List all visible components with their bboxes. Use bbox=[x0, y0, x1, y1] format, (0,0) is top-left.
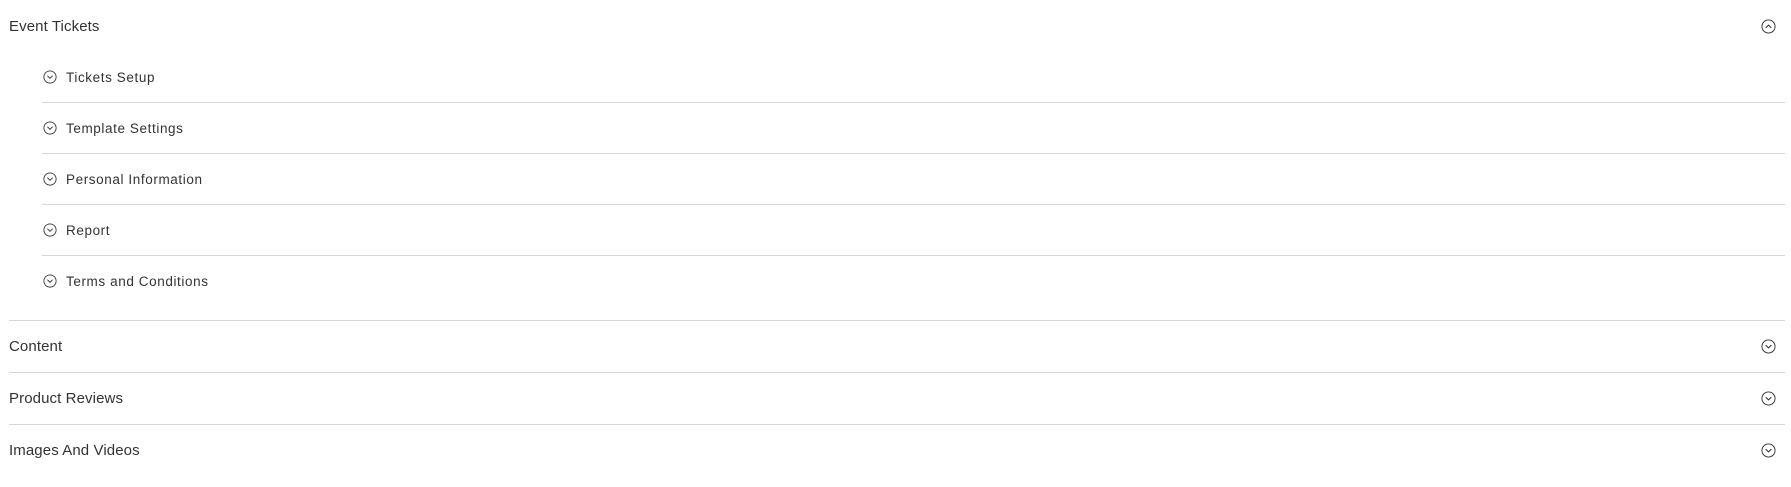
section-title: Content bbox=[9, 338, 63, 355]
section-title: Product Reviews bbox=[9, 390, 124, 407]
section-title: Images And Videos bbox=[9, 442, 140, 459]
section-event-tickets: Event Tickets Tickets Setup Template Set… bbox=[9, 0, 1785, 320]
subsection-terms-and-conditions[interactable]: Terms and Conditions bbox=[42, 256, 1785, 306]
section-images-and-videos: Images And Videos bbox=[9, 425, 1785, 476]
chevron-down-circle-icon[interactable] bbox=[1760, 391, 1776, 407]
subsection-label: Personal Information bbox=[66, 171, 203, 187]
chevron-down-circle-icon bbox=[42, 274, 57, 289]
subsection-report[interactable]: Report bbox=[42, 205, 1785, 256]
subsection-list: Tickets Setup Template Settings Personal… bbox=[42, 52, 1785, 320]
subsection-template-settings[interactable]: Template Settings bbox=[42, 103, 1785, 154]
subsection-label: Tickets Setup bbox=[66, 69, 156, 85]
section-header-event-tickets[interactable]: Event Tickets bbox=[9, 0, 1785, 52]
chevron-up-circle-icon[interactable] bbox=[1760, 18, 1776, 34]
chevron-down-circle-icon bbox=[42, 223, 57, 238]
subsection-label: Template Settings bbox=[66, 120, 184, 136]
chevron-down-circle-icon bbox=[42, 121, 57, 136]
subsection-personal-information[interactable]: Personal Information bbox=[42, 154, 1785, 205]
subsection-tickets-setup[interactable]: Tickets Setup bbox=[42, 52, 1785, 103]
chevron-down-circle-icon[interactable] bbox=[1760, 443, 1776, 459]
chevron-down-circle-icon bbox=[42, 172, 57, 187]
section-content: Content bbox=[9, 321, 1785, 372]
section-header-images-and-videos[interactable]: Images And Videos bbox=[9, 425, 1785, 476]
section-header-product-reviews[interactable]: Product Reviews bbox=[9, 373, 1785, 424]
product-sections-panel: Event Tickets Tickets Setup Template Set… bbox=[9, 0, 1785, 476]
chevron-down-circle-icon bbox=[42, 70, 57, 85]
section-product-reviews: Product Reviews bbox=[9, 373, 1785, 424]
subsection-label: Terms and Conditions bbox=[66, 273, 209, 289]
section-title: Event Tickets bbox=[9, 17, 100, 35]
subsection-label: Report bbox=[66, 222, 111, 238]
section-header-content[interactable]: Content bbox=[9, 321, 1785, 372]
chevron-down-circle-icon[interactable] bbox=[1760, 339, 1776, 355]
